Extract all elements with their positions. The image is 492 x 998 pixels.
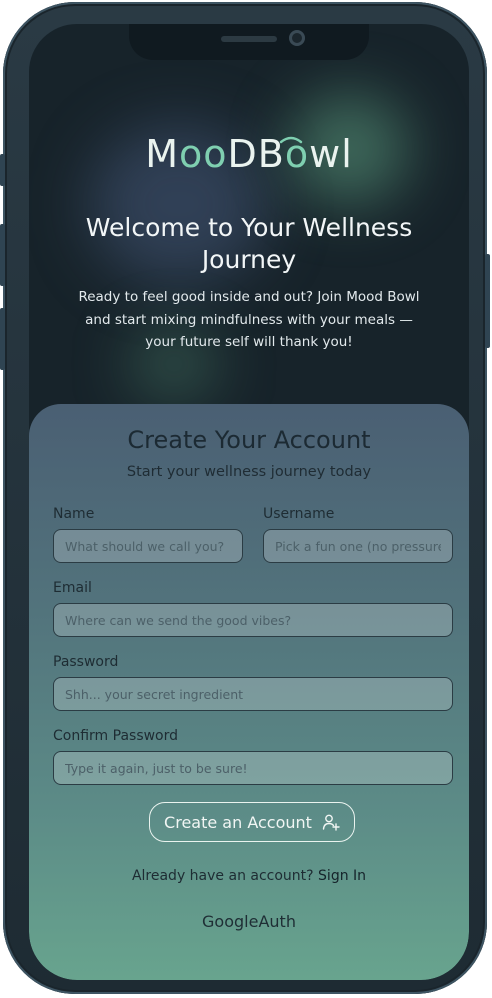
confirm-password-label: Confirm Password [53,728,179,744]
create-account-button[interactable]: Create an Account [149,802,355,842]
username-input[interactable] [263,529,453,563]
user-plus-icon [322,814,340,831]
signin-row: Already have an account? Sign In [29,868,469,884]
password-input[interactable] [53,677,453,711]
email-input[interactable] [53,603,453,637]
volume-down-button [0,308,5,370]
app-logo: MooDBowl [29,132,469,176]
password-label: Password [53,654,119,670]
power-button [485,254,490,348]
confirm-password-input[interactable] [53,751,453,785]
logo-bowl-letters: oo [179,132,228,176]
logo-letter-m: M [145,132,180,176]
name-input[interactable] [53,529,243,563]
volume-up-button [0,224,5,286]
name-label: Name [53,506,95,522]
welcome-title: Welcome to Your Wellness Journey [85,213,413,274]
speaker [221,36,277,42]
logo-letters-db: DB [227,132,285,176]
email-label: Email [53,580,92,596]
mute-switch [0,154,5,186]
form-subtitle: Start your wellness journey today [126,464,372,480]
signup-card: Create Your Account Start your wellness … [29,404,469,980]
logo-letters-wl: wl [309,132,353,176]
app-screen: MooDBowl Welcome to Your Wellness Journe… [29,24,469,980]
signin-link[interactable]: Sign In [318,868,366,884]
front-camera [289,30,305,46]
signin-prompt: Already have an account? [131,868,314,884]
form-title: Create Your Account [127,426,371,454]
notch [129,24,369,60]
welcome-description: Ready to feel good inside and out? Join … [78,289,420,350]
logo-letter-o: o [284,132,310,176]
create-account-label: Create an Account [164,812,312,832]
phone-frame: MooDBowl Welcome to Your Wellness Journe… [0,2,490,994]
google-auth-button[interactable]: GoogleAuth [29,912,469,931]
username-label: Username [263,506,335,522]
